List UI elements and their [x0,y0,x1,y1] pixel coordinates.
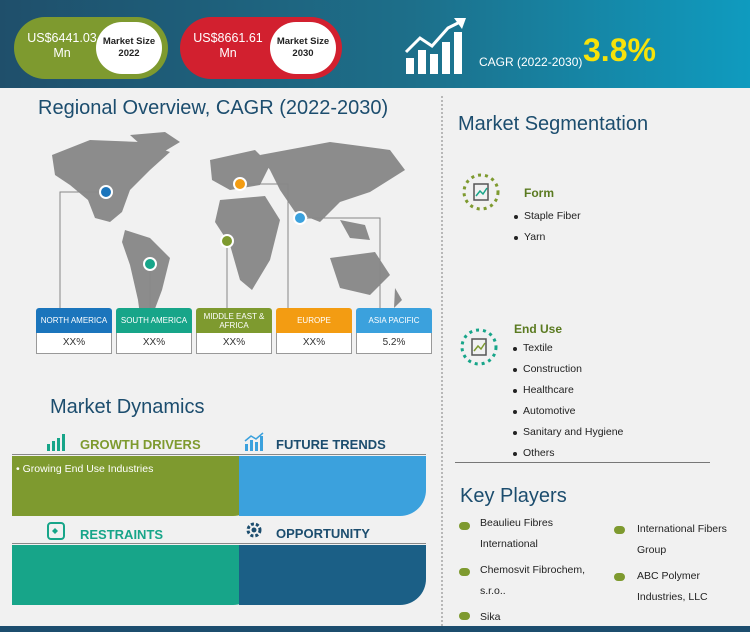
market-size-2030-label: Market Size 2030 [270,22,336,74]
future-trends-icon [244,432,264,451]
market-size-2022-label: Market Size 2022 [96,22,162,74]
market-size-2022-value: US$6441.03 Mn [27,31,97,60]
regional-title-part1: Regional [38,97,117,119]
key-player-bullet [459,522,470,530]
restraints-card [12,545,259,605]
region-name: EUROPE [276,308,352,333]
opportunity-label: OPPORTUNITY [276,526,370,541]
key-player-name: Chemosvit Fibrochem, s.r.o.. [480,564,586,597]
region-box-north-america: NORTH AMERICA XX% [36,308,112,354]
end-use-item: Others [513,447,555,459]
region-cagr-value: XX% [276,333,352,354]
infographic-page: US$6441.03 Mn Market Size 2022 US$8661.6… [0,0,750,632]
market-segmentation-title: Market Segmentation [458,113,648,136]
dynamics-divider-top [12,454,426,455]
key-player-bullet [459,612,470,620]
market-size-2030-value: US$8661.61 Mn [193,31,263,60]
opportunity-gear-icon [246,522,262,538]
key-player-bullet [459,568,470,576]
header-banner: US$6441.03 Mn Market Size 2022 US$8661.6… [0,0,750,88]
region-cagr-value: 5.2% [356,333,432,354]
end-use-segment-label: End Use [514,322,563,336]
region-box-south-america: SOUTH AMERICA XX% [116,308,192,354]
form-item: Yarn [513,231,546,243]
region-box-europe: EUROPE XX% [276,308,352,354]
key-player-name: Beaulieu Fibres International [480,517,553,550]
end-use-item: Textile [513,342,553,354]
regional-overview-title: Regional Overview, CAGR (2022-2030) [38,97,388,120]
region-cagr-value: XX% [196,333,272,354]
key-player-name: ABC Polymer Industries, LLC [637,570,708,603]
region-cagr-value: XX% [116,333,192,354]
key-player-bullet [614,526,625,534]
restraints-icon [47,522,65,540]
dynamics-title-part2: Dynamics [116,396,205,418]
segmentation-title-part1: Market [458,113,520,135]
column-divider [441,96,443,626]
growth-drivers-label: GROWTH DRIVERS [80,437,201,452]
growth-driver-item: • Growing End Use Industries [16,463,154,475]
opportunity-card [239,545,426,605]
market-size-2030-pill: US$8661.61 Mn Market Size 2030 [180,17,342,79]
end-use-item: Sanitary and Hygiene [512,426,624,438]
end-use-segment-icon [460,328,498,366]
cagr-label: CAGR (2022-2030) [479,55,583,69]
region-box-asia-pacific: ASIA PACIFIC 5.2% [356,308,432,354]
regional-title-part2: Overview, CAGR (2022-2030) [122,97,389,119]
key-player-name: Sika [480,611,501,623]
region-name: ASIA PACIFIC [356,308,432,333]
future-trends-label: FUTURE TRENDS [276,437,386,452]
growth-driver-item-text: Growing End Use Industries [22,463,154,475]
segmentation-divider [455,462,710,463]
key-player-name: International Fibers Group [637,523,727,556]
region-cagr-value: XX% [36,333,112,354]
cagr-value: 3.8% [583,32,656,68]
dynamics-title-part1: Market [50,396,112,418]
market-dynamics-title: Market Dynamics [50,396,204,419]
footer-bar [0,626,750,632]
segmentation-title-part2: Segmentation [524,113,649,135]
restraints-label: RESTRAINTS [80,527,164,542]
growth-drivers-icon [47,434,65,451]
region-box-middle-east-africa: MIDDLE EAST & AFRICA XX% [196,308,272,354]
form-segment-icon [462,173,500,211]
end-use-item: Construction [513,363,582,375]
form-item: Staple Fiber [514,210,581,222]
region-name: MIDDLE EAST & AFRICA [196,308,272,333]
growth-chart-icon [404,18,466,74]
future-trends-card [239,456,426,516]
end-use-item: Automotive [513,405,576,417]
market-size-2022-pill: US$6441.03 Mn Market Size 2022 [14,17,168,79]
region-name: SOUTH AMERICA [116,308,192,333]
dynamics-divider-bottom [12,543,426,544]
key-player-bullet [614,573,625,581]
end-use-item: Healthcare [513,384,574,396]
region-name: NORTH AMERICA [36,308,112,333]
key-players-title: Key Players [460,485,567,507]
form-segment-label: Form [524,186,554,200]
